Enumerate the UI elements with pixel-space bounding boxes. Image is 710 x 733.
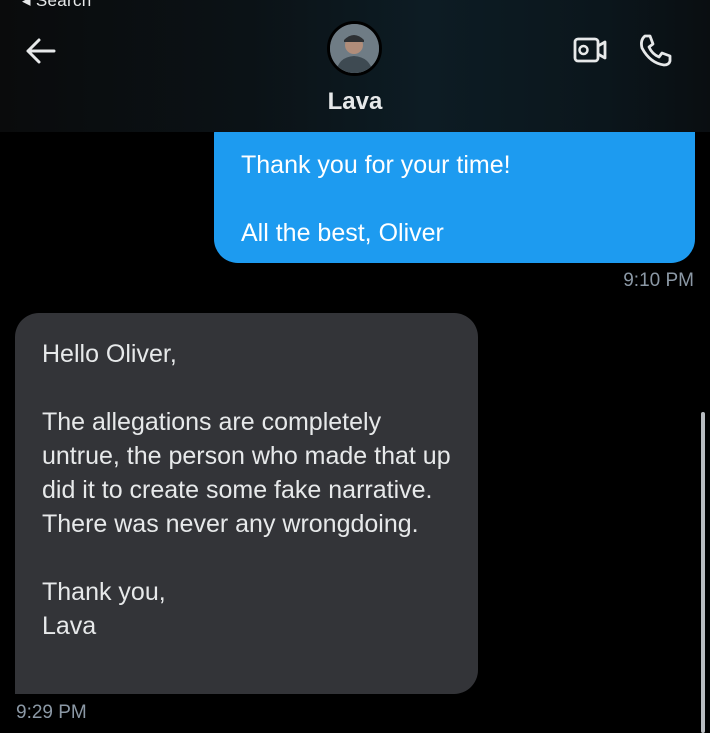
sent-message-bubble[interactable]: Thank you for your time! All the best, O…	[214, 110, 695, 263]
status-bar-back-link[interactable]: ◂ Search	[22, 0, 92, 11]
received-message-bubble[interactable]: Hello Oliver, The allegations are comple…	[15, 313, 478, 694]
avatar[interactable]	[327, 21, 382, 76]
message-timestamp: 9:29 PM	[16, 702, 87, 723]
message-timestamp: 9:10 PM	[623, 270, 694, 291]
phone-icon[interactable]	[637, 32, 674, 68]
scrollbar[interactable]	[701, 412, 705, 733]
conversation-header: ◂ Search Lava	[0, 0, 710, 132]
arrow-left-icon[interactable]	[22, 33, 58, 69]
avatar-photo	[330, 24, 379, 73]
contact-name[interactable]: Lava	[0, 88, 710, 116]
video-camera-icon[interactable]	[572, 33, 608, 67]
